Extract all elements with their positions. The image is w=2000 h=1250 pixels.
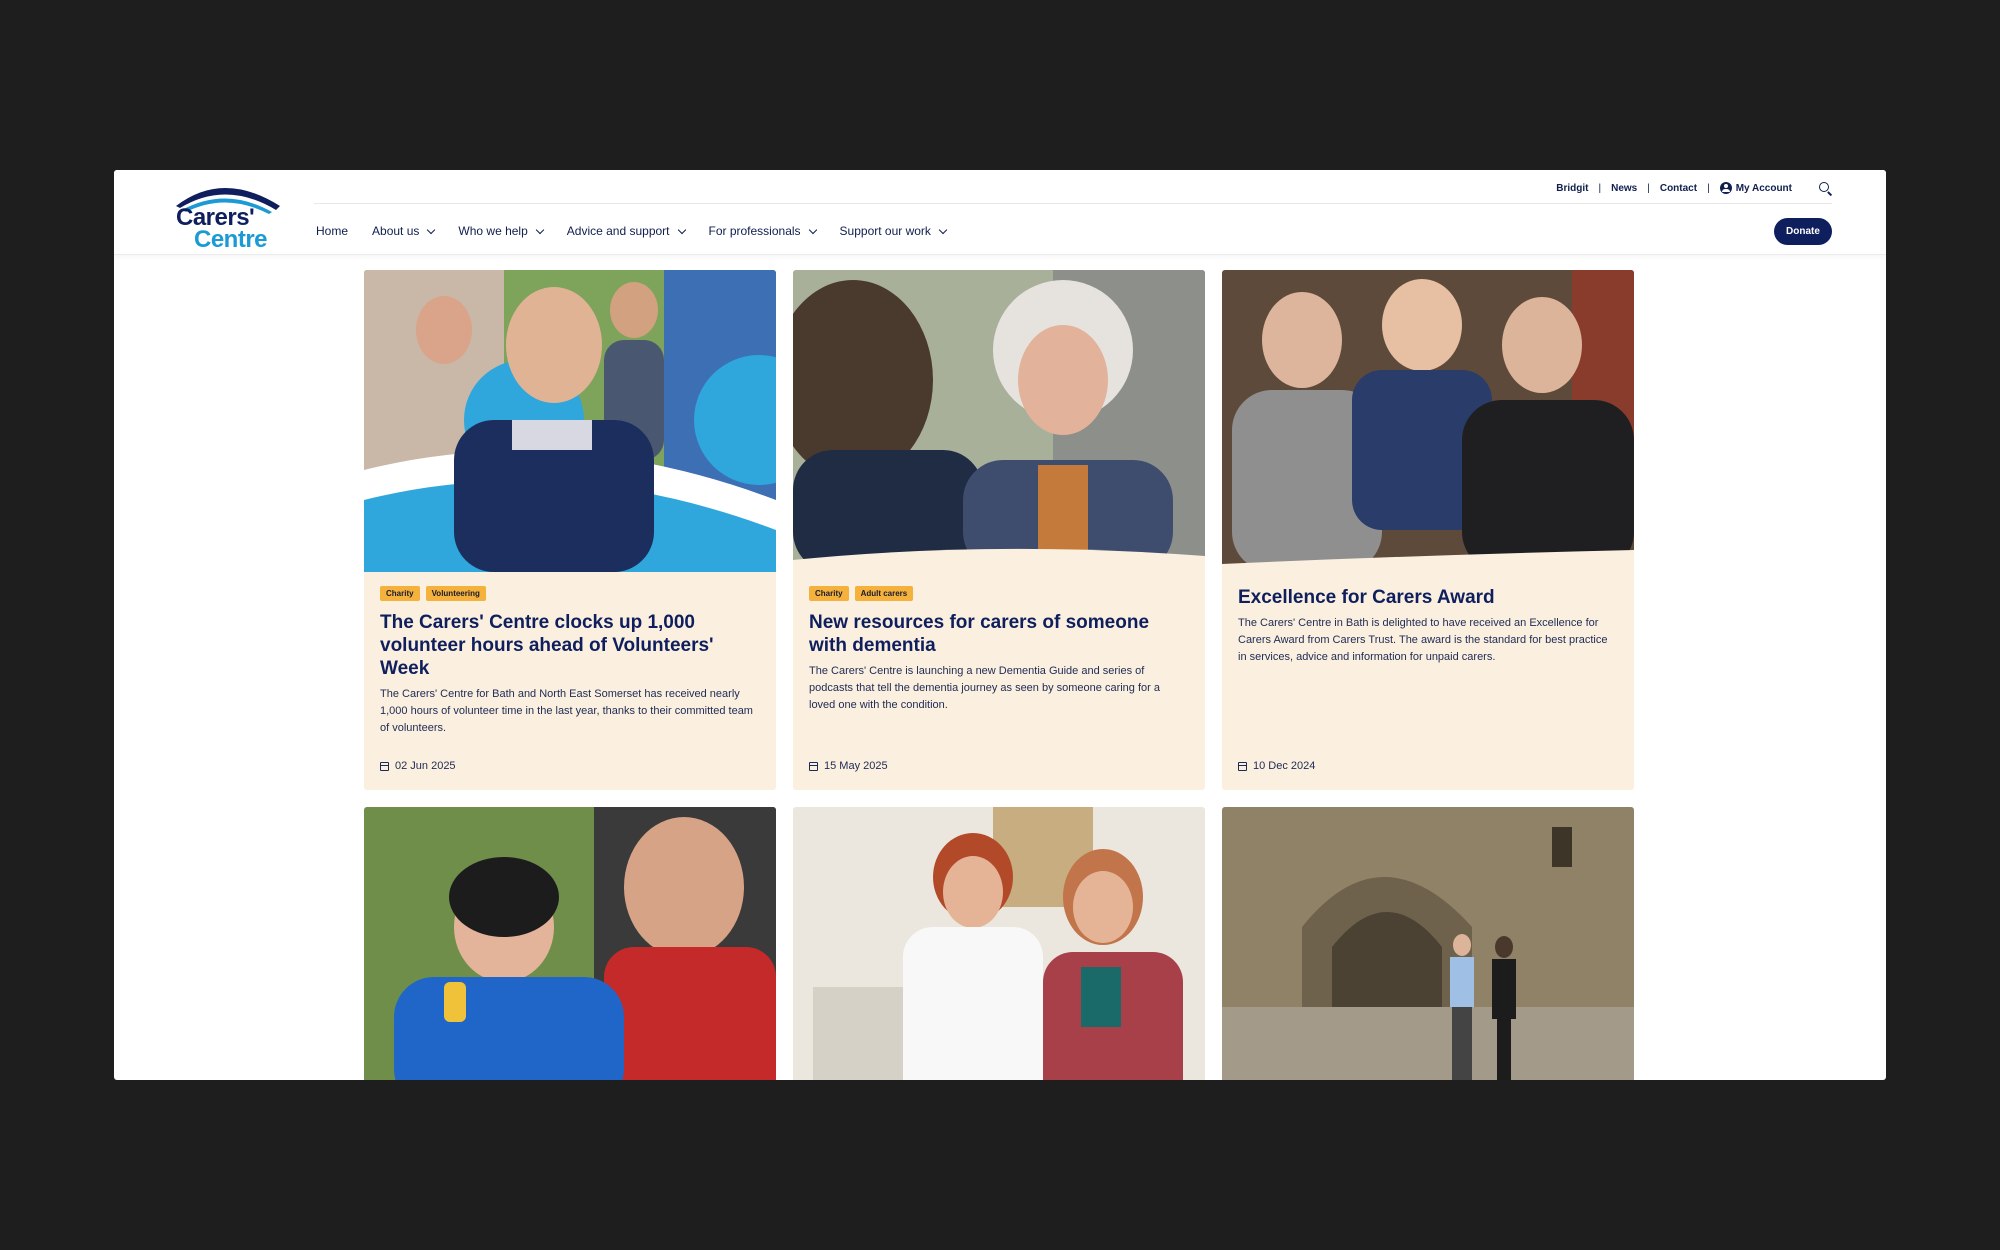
tag-list: Charity Volunteering	[380, 586, 760, 601]
news-card-photo	[364, 270, 776, 572]
news-card-excerpt: The Carers' Centre for Bath and North Ea…	[380, 688, 753, 734]
util-link-bridgit[interactable]: Bridgit	[1546, 183, 1598, 194]
calendar-icon	[809, 761, 818, 771]
news-card[interactable]: Charity Volunteering The Carers' Centre …	[364, 270, 776, 790]
chevron-down-icon	[535, 225, 545, 234]
news-card-title[interactable]: The Carers' Centre clocks up 1,000 volun…	[380, 611, 760, 680]
news-card[interactable]	[364, 807, 776, 1080]
nav-item-for-professionals[interactable]: For professionals	[708, 224, 817, 238]
news-card-photo	[1222, 270, 1634, 572]
logo-text-centre: Centre	[194, 226, 268, 253]
util-link-news[interactable]: News	[1601, 183, 1647, 194]
my-account-label: My Account	[1735, 182, 1792, 194]
news-card-photo	[793, 270, 1205, 572]
news-card[interactable]	[1222, 807, 1634, 1080]
nav-label: About us	[372, 224, 420, 238]
nav-item-home[interactable]: Home	[316, 224, 348, 238]
news-card-photo	[1222, 807, 1634, 1080]
utility-nav: Bridgit | News | Contact | My Account	[1546, 176, 1832, 200]
header-divider	[314, 203, 1832, 204]
date-label: 10 Dec 2024	[1253, 760, 1316, 772]
nav-label: Support our work	[839, 224, 931, 238]
nav-item-advice-and-support[interactable]: Advice and support	[566, 224, 686, 238]
news-card-photo	[793, 807, 1205, 1080]
tag-badge[interactable]: Adult carers	[854, 586, 914, 601]
search-icon[interactable]	[1818, 181, 1832, 195]
my-account-link[interactable]: My Account	[1710, 182, 1802, 194]
news-card-excerpt: The Carers' Centre is launching a new De…	[809, 665, 1160, 711]
news-card-photo	[364, 807, 776, 1080]
nav-label: Who we help	[458, 224, 528, 238]
nav-item-who-we-help[interactable]: Who we help	[458, 224, 545, 238]
tag-badge[interactable]: Charity	[380, 586, 420, 601]
chevron-down-icon	[938, 225, 948, 234]
chevron-down-icon	[808, 225, 817, 234]
news-card-title[interactable]: New resources for carers of someone with…	[809, 611, 1189, 657]
site-header: Carers' Centre Bridgit | News | Contact …	[114, 170, 1886, 255]
main-nav: Home About us Who we help Advice and sup…	[316, 220, 970, 242]
news-card[interactable]: Excellence for Carers Award The Carers' …	[1222, 270, 1634, 790]
calendar-icon	[1238, 761, 1247, 771]
news-card-body: Excellence for Carers Award The Carers' …	[1238, 586, 1618, 666]
util-link-contact[interactable]: Contact	[1650, 183, 1707, 194]
site-logo[interactable]: Carers' Centre	[168, 176, 288, 252]
chevron-down-icon	[427, 225, 436, 234]
nav-item-support-our-work[interactable]: Support our work	[839, 224, 948, 238]
news-card[interactable]: Charity Adult carers New resources for c…	[793, 270, 1205, 790]
news-card-body: Charity Adult carers New resources for c…	[809, 586, 1189, 714]
nav-item-about-us[interactable]: About us	[372, 224, 436, 238]
tag-badge[interactable]: Volunteering	[425, 586, 486, 601]
browser-page: Carers' Centre Bridgit | News | Contact …	[114, 170, 1886, 1080]
news-card-body: Charity Volunteering The Carers' Centre …	[380, 586, 760, 737]
date-label: 02 Jun 2025	[395, 760, 456, 772]
nav-label: Home	[316, 224, 349, 238]
tag-list: Charity Adult carers	[809, 586, 1189, 601]
nav-label: For professionals	[708, 224, 801, 238]
user-icon	[1719, 182, 1732, 194]
tag-badge[interactable]: Charity	[809, 586, 849, 601]
news-card-title[interactable]: Excellence for Carers Award	[1238, 586, 1618, 609]
news-card-date: 10 Dec 2024	[1238, 760, 1315, 772]
date-label: 15 May 2025	[824, 760, 888, 772]
news-card-date: 02 Jun 2025	[380, 760, 456, 772]
news-card[interactable]	[793, 807, 1205, 1080]
chevron-down-icon	[677, 225, 686, 234]
news-card-date: 15 May 2025	[809, 760, 888, 772]
nav-label: Advice and support	[566, 224, 670, 238]
calendar-icon	[380, 761, 389, 771]
news-card-excerpt: The Carers' Centre in Bath is delighted …	[1238, 617, 1608, 663]
donate-button[interactable]: Donate	[1774, 218, 1832, 245]
